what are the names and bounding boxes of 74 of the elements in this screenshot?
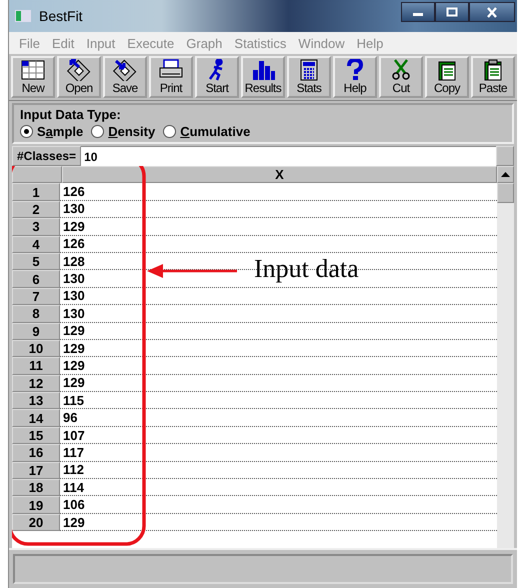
radio-label: Density — [108, 124, 156, 139]
toolbar-button[interactable]: Cut — [379, 56, 423, 98]
table-icon — [19, 59, 47, 81]
table-cell[interactable]: 115 — [60, 392, 497, 410]
row-header[interactable]: 15 — [12, 426, 60, 444]
close-button[interactable] — [469, 2, 515, 22]
row-header[interactable]: 9 — [12, 322, 60, 340]
table-cell[interactable]: 107 — [60, 426, 497, 444]
table-cell[interactable]: 129 — [60, 357, 497, 375]
toolbar-button[interactable]: New — [11, 56, 55, 98]
toolbar-button[interactable]: Results — [241, 56, 285, 98]
table-cell[interactable]: 129 — [60, 218, 497, 236]
row-header[interactable]: 13 — [12, 392, 60, 410]
table-cell[interactable]: 126 — [60, 183, 497, 201]
radio-button[interactable] — [163, 125, 176, 138]
table-cell[interactable]: 130 — [60, 305, 497, 323]
toolbar-button[interactable]: Help — [333, 56, 377, 98]
row-header[interactable]: 20 — [12, 514, 60, 532]
row-header[interactable]: 16 — [12, 444, 60, 462]
radio-label: Cumulative — [180, 124, 250, 139]
row-header[interactable]: 4 — [12, 236, 60, 253]
radio-option[interactable]: Cumulative — [163, 124, 250, 139]
toolbar-button[interactable]: Copy — [425, 56, 469, 98]
table-cell[interactable]: 129 — [60, 374, 497, 392]
column-header[interactable]: X — [62, 166, 497, 184]
row-header[interactable]: 18 — [12, 479, 60, 496]
toolbar-button[interactable]: Open — [57, 56, 101, 98]
maximize-button[interactable] — [435, 2, 469, 22]
row-header[interactable]: 12 — [12, 374, 60, 392]
radio-label: Sample — [37, 124, 84, 139]
radio-option[interactable]: Sample — [20, 124, 84, 139]
table-cell[interactable]: 112 — [60, 462, 497, 480]
radio-button[interactable] — [91, 125, 104, 138]
table-cell[interactable]: 114 — [60, 479, 497, 496]
row-header[interactable]: 11 — [12, 357, 60, 375]
table-cell[interactable]: 129 — [60, 322, 497, 340]
window-icon — [15, 10, 31, 22]
row-header[interactable]: 17 — [12, 462, 60, 480]
row-header[interactable]: 5 — [12, 252, 60, 270]
toolbar-button[interactable]: Save — [103, 56, 147, 98]
table-cell[interactable]: 130 — [60, 200, 497, 218]
window-title: BestFit — [39, 8, 83, 24]
toolbar-button[interactable]: Print — [149, 56, 193, 98]
row-header[interactable]: 10 — [12, 340, 60, 358]
table-cell[interactable]: 117 — [60, 444, 497, 462]
row-header[interactable]: 7 — [12, 288, 60, 306]
row-header[interactable]: 14 — [12, 409, 60, 427]
scroll-up-button[interactable] — [497, 166, 514, 183]
radio-button[interactable] — [20, 125, 33, 138]
row-header[interactable]: 3 — [12, 218, 60, 236]
scroll-thumb[interactable] — [497, 183, 514, 203]
minimize-button[interactable] — [401, 2, 435, 22]
table-cell[interactable]: 126 — [60, 236, 497, 253]
maximize-icon — [446, 7, 458, 17]
toolbar-button[interactable]: Start — [195, 56, 239, 98]
row-header[interactable]: 2 — [12, 200, 60, 218]
row-header[interactable]: 19 — [12, 496, 60, 514]
toolbar-button[interactable]: Paste — [471, 56, 515, 98]
caret-up-icon — [501, 172, 510, 177]
table-cell[interactable]: 96 — [60, 409, 497, 427]
panel-title: Input Data Type: — [20, 107, 122, 122]
corner-header — [12, 166, 62, 184]
table-cell[interactable]: 129 — [60, 514, 497, 532]
table-cell[interactable]: 106 — [60, 496, 497, 514]
scrollbar[interactable] — [497, 166, 514, 548]
table-cell[interactable]: 130 — [60, 288, 497, 306]
toolbar-button[interactable]: Stats — [287, 56, 331, 98]
close-icon — [486, 6, 498, 18]
classes-label: #Classes= — [12, 146, 82, 166]
row-header[interactable]: 8 — [12, 305, 60, 323]
row-header[interactable]: 6 — [12, 270, 60, 288]
radio-option[interactable]: Density — [91, 124, 156, 139]
table-cell[interactable]: 129 — [60, 340, 497, 358]
row-header[interactable]: 1 — [12, 183, 60, 201]
